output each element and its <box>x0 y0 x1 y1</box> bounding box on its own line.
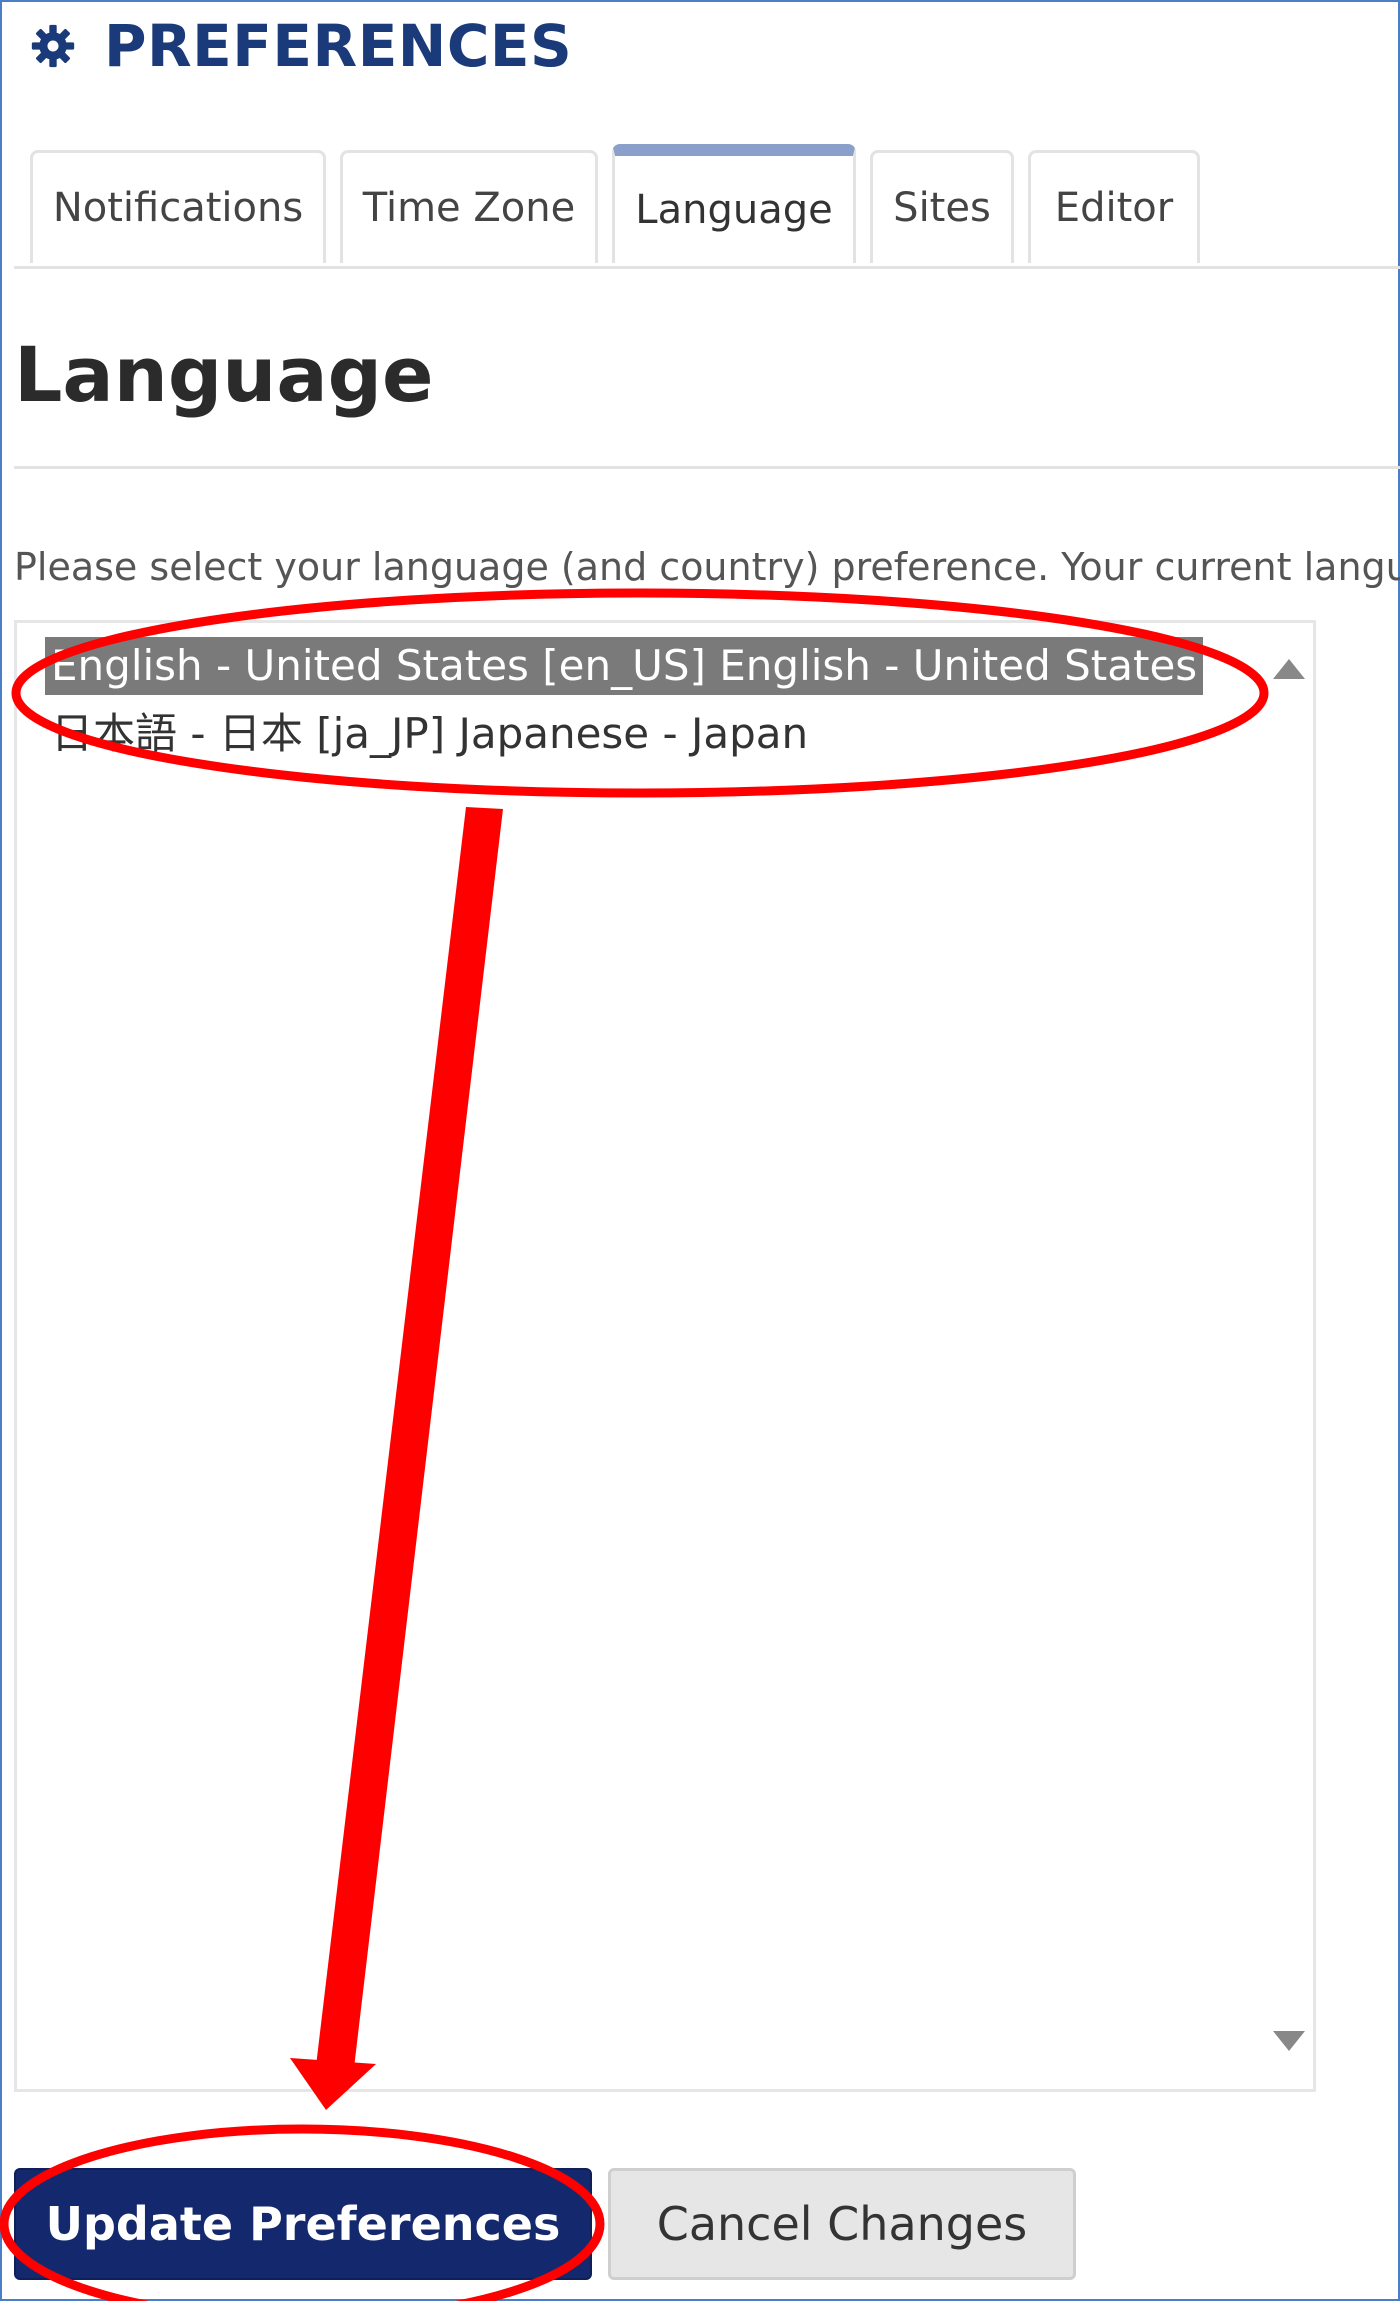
language-option-ja-jp[interactable]: 日本語 - 日本 [ja_JP] Japanese - Japan <box>45 705 814 763</box>
language-option-en-us[interactable]: English - United States [en_US] English … <box>45 637 1204 695</box>
tab-sites[interactable]: Sites <box>870 150 1014 263</box>
tab-notifications[interactable]: Notifications <box>30 150 326 263</box>
scroll-up-arrow-icon[interactable] <box>1273 659 1305 679</box>
update-preferences-button[interactable]: Update Preferences <box>14 2168 592 2280</box>
instruction-text: Please select your language (and country… <box>14 545 1400 589</box>
preferences-tabs: Notifications Time Zone Language Sites E… <box>14 144 1400 269</box>
page-header: PREFERENCES <box>30 12 573 80</box>
tab-language[interactable]: Language <box>612 144 856 263</box>
tab-editor[interactable]: Editor <box>1028 150 1200 263</box>
cancel-changes-button[interactable]: Cancel Changes <box>608 2168 1076 2280</box>
section-divider <box>14 466 1400 469</box>
gear-icon <box>31 24 75 68</box>
section-heading: Language <box>14 330 434 419</box>
tab-time-zone[interactable]: Time Zone <box>340 150 598 263</box>
page-title: PREFERENCES <box>104 12 573 80</box>
language-listbox[interactable]: English - United States [en_US] English … <box>14 620 1316 2092</box>
scroll-down-arrow-icon[interactable] <box>1273 2031 1305 2051</box>
